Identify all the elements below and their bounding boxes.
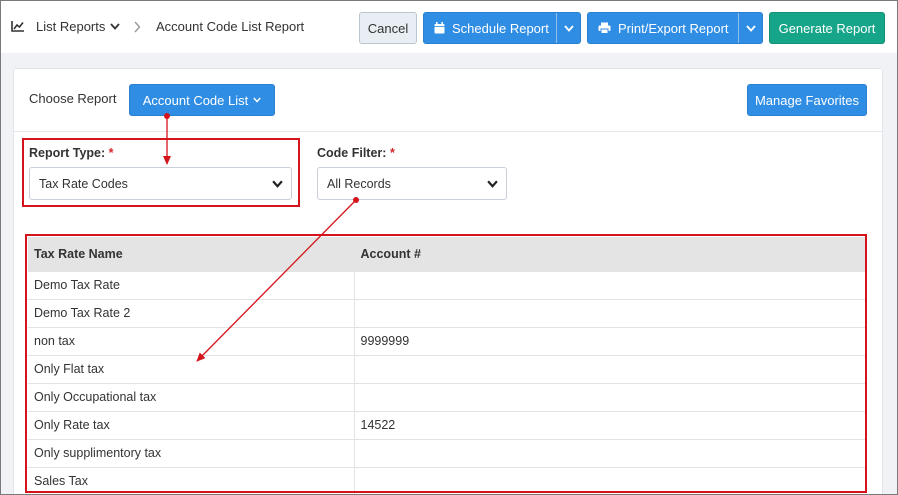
choose-report-value: Account Code List <box>142 92 249 108</box>
account-number-cell <box>354 270 865 299</box>
chevron-right-icon <box>134 21 141 33</box>
account-number-cell: 14522 <box>354 410 865 439</box>
report-type-label-text: Report Type: <box>29 146 106 160</box>
report-type-value: Tax Rate Codes <box>39 176 128 191</box>
tax-rate-name-cell: Only supplimentory tax <box>28 438 355 467</box>
breadcrumb-root-label: List Reports <box>36 19 106 34</box>
tax-rate-name-cell: Only Flat tax <box>28 354 355 383</box>
print-export-label: Print/Export Report <box>618 20 729 36</box>
account-number-cell <box>354 298 865 327</box>
code-filter-label-text: Code Filter: <box>317 146 387 160</box>
schedule-dropdown-toggle[interactable] <box>556 13 580 43</box>
calendar-icon <box>434 22 445 34</box>
report-type-label: Report Type: * <box>29 146 114 160</box>
chevron-down-icon <box>563 24 574 32</box>
column-header-tax-rate-name[interactable]: Tax Rate Name <box>28 237 355 271</box>
chevron-down-icon <box>745 24 756 32</box>
tax-rate-name-cell: Demo Tax Rate 2 <box>28 298 355 327</box>
print-export-button[interactable]: Print/Export Report <box>587 12 763 44</box>
chevron-down-icon <box>253 97 261 103</box>
table-row[interactable]: non tax 9999999 <box>28 326 865 355</box>
table-row[interactable]: Demo Tax Rate 2 <box>28 298 865 327</box>
table-row[interactable]: Only Rate tax 14522 <box>28 410 865 439</box>
app-window: List Reports Account Code List Report Ca… <box>0 0 898 495</box>
table-row[interactable]: Only supplimentory tax <box>28 438 865 467</box>
breadcrumb-list-reports[interactable]: List Reports <box>36 19 121 34</box>
tax-rate-name-cell: Only Rate tax <box>28 410 355 439</box>
schedule-report-button[interactable]: Schedule Report <box>423 12 581 44</box>
choose-report-dropdown[interactable]: Account Code List <box>129 84 275 116</box>
report-type-select[interactable]: Tax Rate Codes <box>29 167 292 200</box>
account-number-cell <box>354 438 865 467</box>
chevron-down-icon <box>487 180 498 188</box>
account-number-cell <box>354 382 865 411</box>
code-filter-select[interactable]: All Records <box>317 167 507 200</box>
chevron-down-icon <box>272 180 283 188</box>
code-filter-label: Code Filter: * <box>317 146 395 160</box>
breadcrumb-current: Account Code List Report <box>156 19 305 34</box>
schedule-report-label: Schedule Report <box>452 20 549 36</box>
manage-favorites-button[interactable]: Manage Favorites <box>747 84 867 116</box>
tax-rate-name-cell: Only Occupational tax <box>28 382 355 411</box>
tax-rate-name-cell: Sales Tax <box>28 466 355 494</box>
account-number-cell: 9999999 <box>354 326 865 355</box>
table-row[interactable]: Only Occupational tax <box>28 382 865 411</box>
table-row[interactable]: Sales Tax <box>28 466 865 494</box>
column-header-account-number[interactable]: Account # <box>354 237 865 271</box>
table-row[interactable]: Only Flat tax <box>28 354 865 383</box>
line-chart-icon <box>11 21 24 32</box>
account-number-cell <box>354 354 865 383</box>
tax-rate-name-cell: non tax <box>28 326 355 355</box>
cancel-button[interactable]: Cancel <box>359 12 417 44</box>
required-marker: * <box>108 146 114 160</box>
code-filter-value: All Records <box>327 176 391 191</box>
generate-report-button[interactable]: Generate Report <box>769 12 885 44</box>
table-row[interactable]: Demo Tax Rate <box>28 270 865 299</box>
print-dropdown-toggle[interactable] <box>738 13 762 43</box>
chevron-down-icon <box>110 23 121 30</box>
tax-rate-name-cell: Demo Tax Rate <box>28 270 355 299</box>
table-header-row: Tax Rate Name Account # <box>28 237 865 271</box>
tax-rate-table: Tax Rate Name Account # Demo Tax Rate De… <box>28 237 865 494</box>
required-marker: * <box>389 146 395 160</box>
panel-divider <box>13 131 883 132</box>
choose-report-label: Choose Report <box>29 91 117 106</box>
account-number-cell <box>354 466 865 494</box>
printer-icon <box>598 22 611 34</box>
